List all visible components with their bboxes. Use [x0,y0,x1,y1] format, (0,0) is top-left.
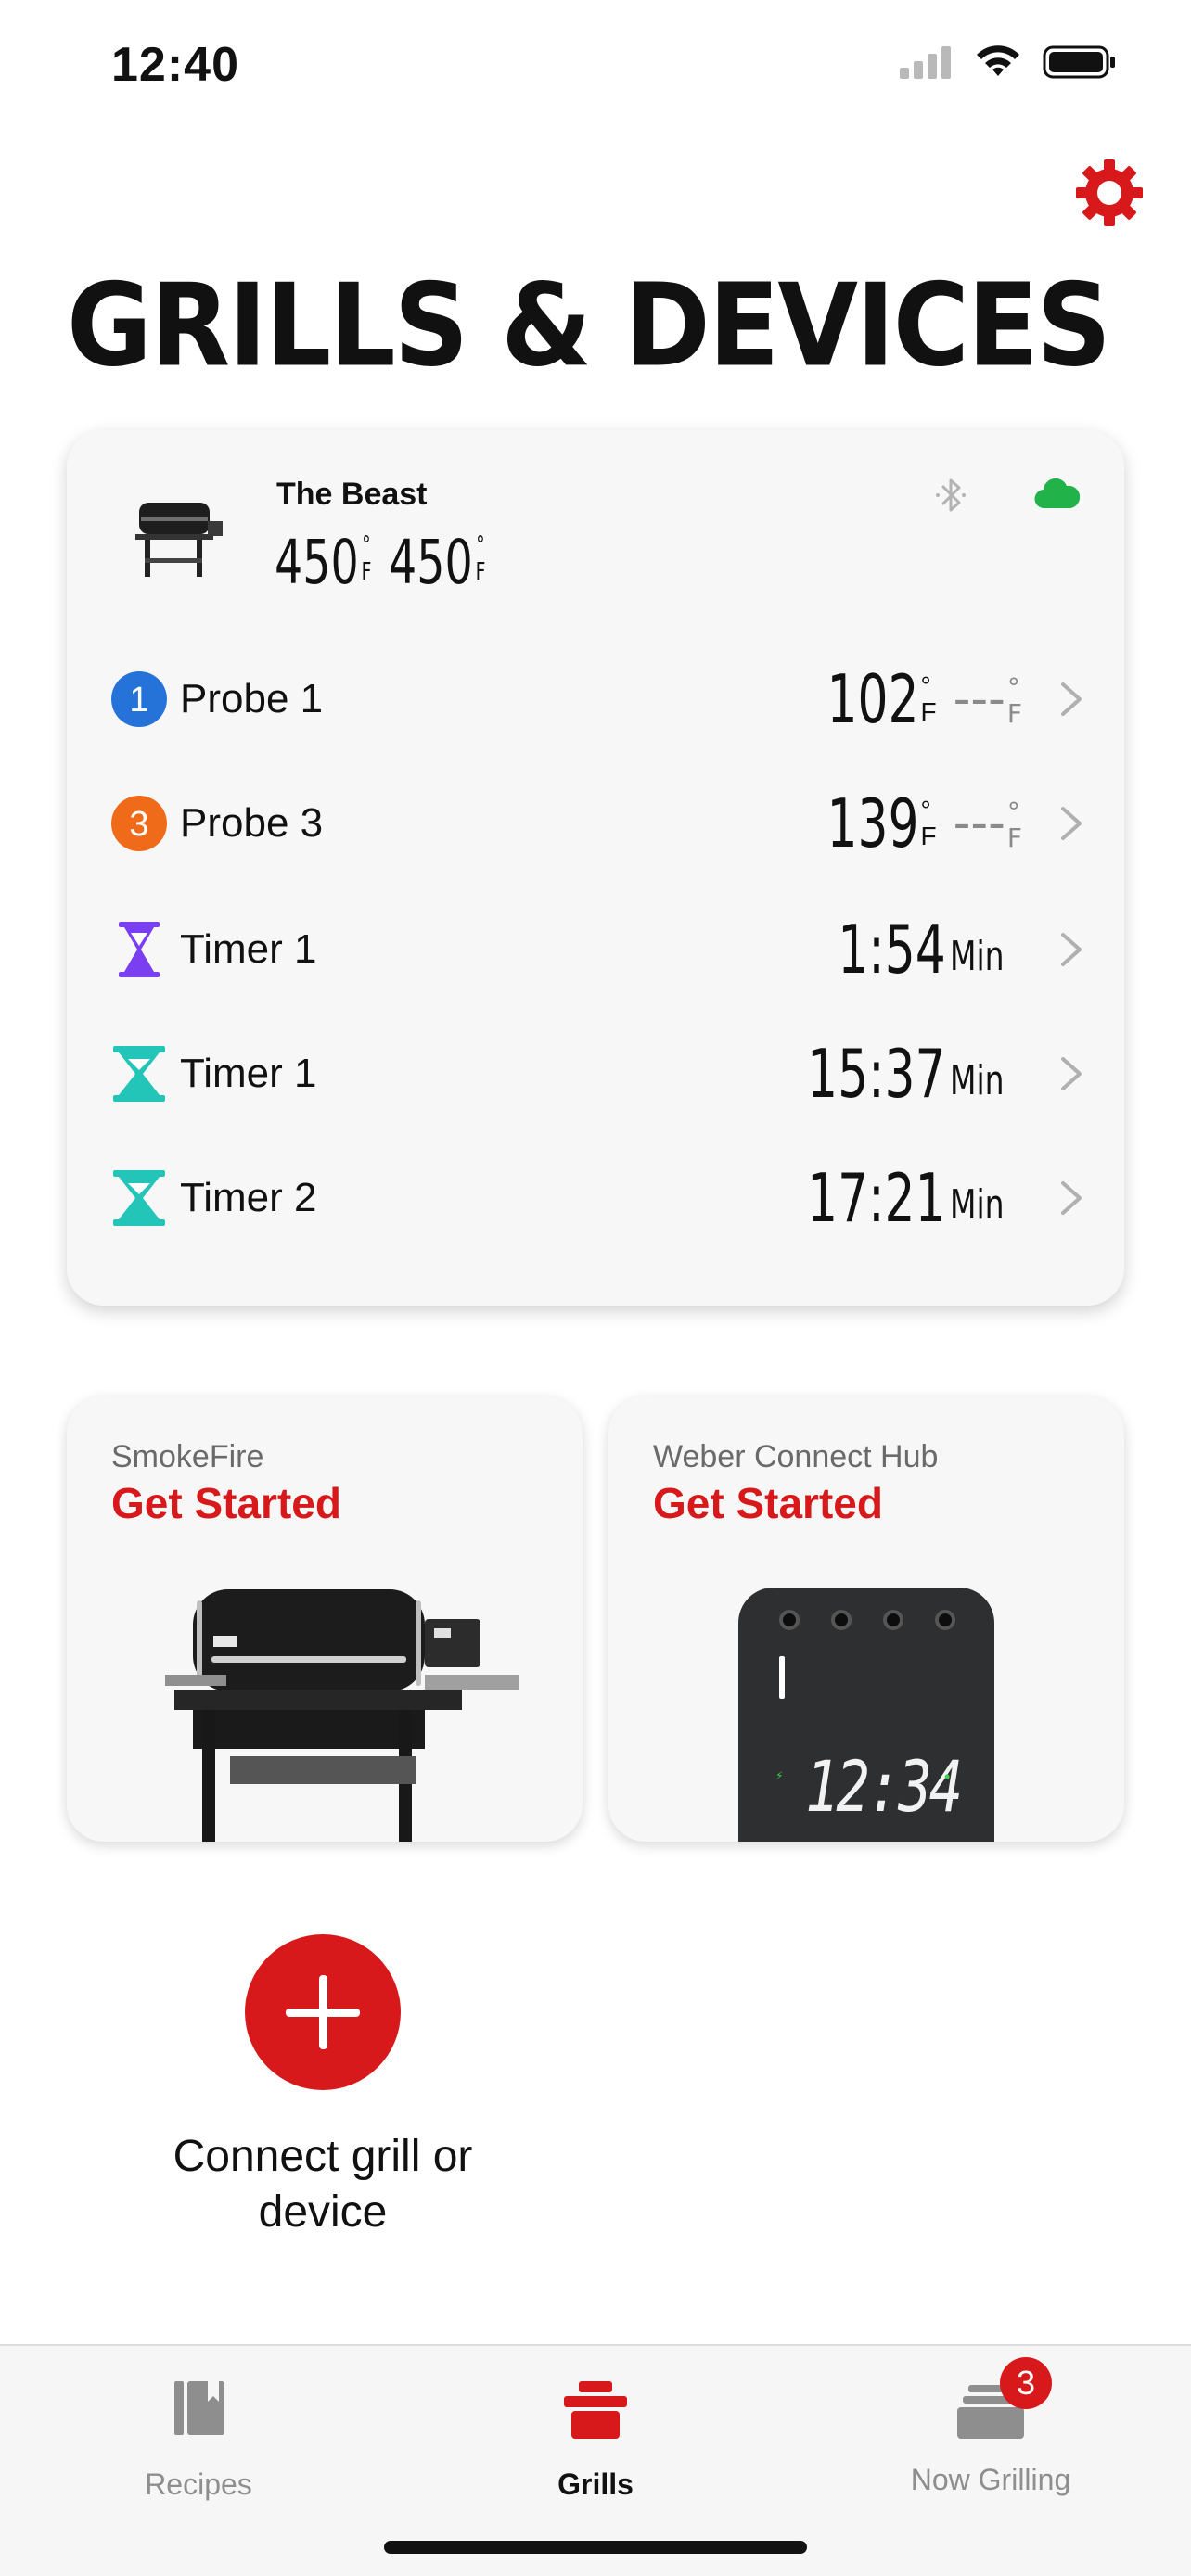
chevron-right-icon [1061,933,1082,966]
smokefire-tile[interactable]: SmokeFire Get Started [67,1396,583,1842]
probe-target: --- ° F [953,796,1022,853]
svg-text:1: 1 [129,681,148,720]
timer-value: 1:54 Min [838,911,1005,988]
status-icons [898,45,1117,80]
chevron-right-icon [1061,1057,1082,1090]
cellular-signal-icon [900,46,951,79]
wireless-indicator-icon: • [944,1767,951,1786]
tab-grills[interactable]: Grills [456,2370,735,2502]
grill-temperatures: 450 ° F 450 ° F [275,532,486,593]
bluetooth-icon [936,478,966,512]
chevron-right-icon [1061,682,1082,716]
connect-hub-tile[interactable]: Weber Connect Hub Get Started ⚡ 12:34 • [608,1396,1124,1842]
hourglass-icon [109,1168,169,1228]
smokefire-grill-image [165,1589,519,1842]
probe-row-1[interactable]: 1 Probe 1 102 ° F --- ° F [109,653,1087,746]
tab-label: Grills [557,2468,634,2501]
probe-temperature: 102 ° F --- ° F [826,660,1022,738]
status-time: 12:40 [111,38,239,92]
battery-icon [1043,45,1115,79]
probe-label: Probe 1 [180,676,324,721]
grill-thumbnail [135,503,223,577]
grill-icon [564,2381,627,2439]
wifi-icon [977,45,1019,76]
tile-subtitle: Weber Connect Hub [653,1439,939,1474]
power-indicator-icon: ⚡ [775,1769,784,1782]
probe-label: Probe 3 [180,800,324,846]
probe-target: --- ° F [953,671,1022,729]
recipe-book-icon [174,2381,224,2435]
get-started-link[interactable]: Get Started [653,1478,883,1528]
timer-row[interactable]: Timer 2 17:21 Min [109,1152,1087,1244]
tile-subtitle: SmokeFire [111,1439,264,1474]
probe-row-3[interactable]: 3 Probe 3 139 ° F --- ° F [109,777,1087,870]
probe-number-indicator [779,1656,785,1699]
chevron-right-icon [1061,1181,1082,1215]
timer-label: Timer 1 [180,1051,317,1096]
grill-temp-1: 450 ° F [275,527,372,598]
tab-recipes[interactable]: Recipes [59,2370,338,2502]
tab-label: Recipes [145,2468,252,2501]
probe-ports [779,1610,955,1630]
probe-temperature: 139 ° F --- ° F [826,784,1022,862]
add-device-button[interactable] [245,1934,401,2090]
grill-card[interactable]: The Beast 450 ° F 450 ° F 1 Probe 1 102 ° F… [67,430,1124,1306]
grill-temp-2: 450 ° F [388,527,486,598]
connect-hub-image: ⚡ 12:34 • [738,1588,994,1842]
cloud-connected-icon [1034,478,1080,509]
page-title: GRILLS & DEVICES [67,260,1111,392]
notification-badge: 3 [1000,2357,1052,2409]
grill-name: The Beast [276,477,428,512]
timer-label: Timer 1 [180,926,317,972]
timer-row[interactable]: Timer 1 1:54 Min [109,903,1087,996]
timer-value: 15:37 Min [807,1035,1005,1113]
chevron-right-icon [1061,807,1082,840]
add-device-label[interactable]: Connect grill or device [111,2129,534,2240]
hourglass-icon [109,920,169,979]
tab-now-grilling[interactable]: 3 Now Grilling [852,2357,1130,2497]
timer-row[interactable]: Timer 1 15:37 Min [109,1027,1087,1120]
now-grilling-icon-wrap: 3 [954,2357,1052,2444]
hub-display-time: 12:34 [805,1745,963,1828]
timer-value: 17:21 Min [807,1159,1005,1237]
probe-1-badge: 1 [109,670,169,729]
home-indicator [384,2541,807,2554]
plus-icon [286,1975,360,2049]
probe-3-badge: 3 [109,794,169,853]
svg-text:3: 3 [129,805,148,844]
tab-label: Now Grilling [910,2463,1071,2496]
get-started-link[interactable]: Get Started [111,1478,341,1528]
timer-label: Timer 2 [180,1175,317,1220]
hourglass-icon [109,1044,169,1103]
settings-gear-icon[interactable] [1072,156,1146,230]
